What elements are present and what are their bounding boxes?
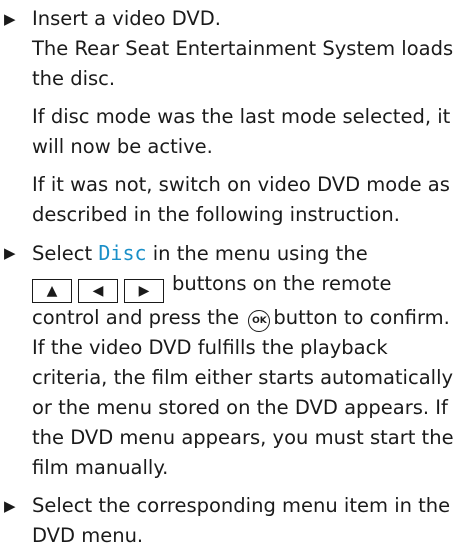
ok-button-icon: OK [248, 310, 271, 332]
step-text: If the video DVD fulfills the playback [32, 336, 388, 359]
left-arrow-key-icon: ◀ [78, 279, 118, 303]
step-text: Select Disc in the menu using the [32, 238, 463, 269]
remote-keys-line: ▲ ◀ ▶ buttons on the remote [32, 269, 463, 303]
step-text: film manually. [32, 456, 169, 479]
step-text: the DVD menu appears, you must start the [32, 426, 454, 449]
step-text: control and press the OK button to confir… [32, 303, 463, 333]
step-text-fragment: Select [32, 242, 99, 265]
menu-item-disc: Disc [98, 241, 147, 265]
step-text: criteria, the film either starts automat… [32, 366, 454, 389]
instruction-page: ▶ Insert a video DVD. The Rear Seat Ente… [0, 0, 463, 547]
step-bullet-icon: ▶ [4, 10, 16, 28]
step-text: or the menu stored on the DVD appears. I… [32, 396, 448, 419]
step-text: Insert a video DVD. [32, 7, 221, 30]
step-text: If disc mode was the last mode selected,… [32, 105, 451, 128]
instruction-step-insert-dvd: ▶ Insert a video DVD. The Rear Seat Ente… [0, 4, 463, 230]
step-text-fragment: button to confirm. [273, 306, 450, 329]
step-text: The Rear Seat Entertainment System loads [32, 37, 454, 60]
step-bullet-icon: ▶ [4, 244, 16, 262]
step-text: will now be active. [32, 135, 213, 158]
step-text-fragment: buttons on the remote [172, 272, 392, 295]
step-bullet-icon: ▶ [4, 497, 16, 515]
instruction-step-select-disc: ▶ Select Disc in the menu using the ▲ ◀ ▶ b… [0, 238, 463, 483]
instruction-step-select-menu-item: ▶ Select the corresponding menu item in … [0, 491, 463, 551]
step-text: the disc. [32, 67, 116, 90]
step-text: Select the corresponding menu item in th… [32, 494, 451, 517]
remote-keys: ▲ ◀ ▶ [32, 279, 164, 303]
right-arrow-key-icon: ▶ [124, 279, 164, 303]
step-text: If it was not, switch on video DVD mode … [32, 173, 450, 196]
step-text: described in the following instruction. [32, 203, 400, 226]
step-text-fragment: in the menu using the [146, 242, 368, 265]
up-arrow-key-icon: ▲ [32, 279, 72, 303]
step-text-fragment: control and press the [32, 306, 240, 329]
step-text: DVD menu. [32, 524, 144, 547]
